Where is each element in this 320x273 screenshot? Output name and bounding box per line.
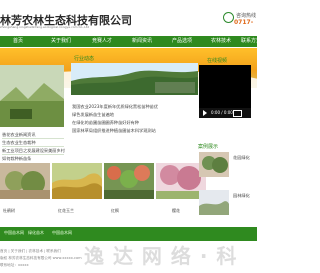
watermark-text: 逸 达 网 络 · 科 [84,244,238,268]
case-item-title[interactable]: 园林绿化 [233,193,250,199]
play-icon[interactable] [203,110,207,116]
friend-link[interactable]: 中国苗木网 [52,230,72,236]
friend-link[interactable]: 中国苗木网 [4,230,24,236]
industry-news-title: 行业动态 [74,56,95,62]
nav-item-tech[interactable]: 农林技术 [211,36,231,47]
product-image[interactable] [0,163,50,199]
nav-item-products[interactable]: 产品选项 [172,36,192,47]
product-image[interactable] [104,163,154,199]
friend-links-bar: 中国苗木网 绿化苗木 中国苗木网 [0,227,257,241]
footer-copyright: 版权 林芳农林生态科技有限公司 www.xxxxx.com [0,256,82,260]
footer-links[interactable]: 首页 | 关于我们 | 农林技术 | 联系我们 [0,249,61,254]
divider-line [2,146,64,147]
nav-item-talent[interactable]: 竞赛人才 [92,36,112,47]
nav-item-home[interactable]: 首页 [13,36,23,47]
product-caption: 樱花 [172,208,180,213]
industry-news-item[interactable]: 绿色发展新苗生苗遍地 [72,112,114,118]
video-time: 0:00 / 0:00 [211,110,233,115]
fullscreen-icon[interactable] [233,110,242,117]
company-sub: zhongshang.xingzhailinfang.ecological.no… [0,25,89,29]
center-photo [71,63,198,95]
product-image[interactable] [52,163,102,199]
nav-item-news[interactable]: 新闻资讯 [132,36,152,47]
product-caption: 红花玉兰 [58,208,74,213]
hotline-label: 咨询热线 [236,13,257,19]
industry-news-item[interactable]: 国家林草局组织推进种植苗圃苗木科学观测站 [72,128,156,134]
product-caption: 杜鹃树 [3,208,15,213]
divider-line [2,154,64,155]
hotline-number: 0717- [234,19,254,26]
case-thumb[interactable] [199,190,229,215]
footer-address: 联系地址：xxxxx [0,263,29,267]
video-controls[interactable]: 0:00 / 0:00 [199,108,251,118]
nav-item-contact[interactable]: 联系方式 [241,36,261,47]
case-thumb[interactable] [199,152,229,177]
main-nav: 首页 关于我们 竞赛人才 新闻资讯 产品选项 农林技术 联系方式 [0,36,261,47]
video-title: 在线视频 [207,58,228,64]
nav-item-about[interactable]: 关于我们 [51,36,71,47]
news-photo[interactable] [0,65,64,127]
industry-news-item[interactable]: 我国农业2023年度新年优质绿化黑松苗种苗优 [72,104,158,110]
case-title: 案例展示 [198,144,219,150]
product-caption: 红枫 [111,208,119,213]
case-item-title[interactable]: 花园绿化 [233,155,250,161]
divider-line [2,138,64,139]
industry-news-item[interactable]: 在绿化的苗圃苗圃圃养种苗好好有种 [72,120,139,126]
left-news-item[interactable]: 如何栽种新苗条 [2,156,31,162]
friend-link[interactable]: 绿化苗木 [28,230,44,236]
phone-icon [223,12,234,23]
